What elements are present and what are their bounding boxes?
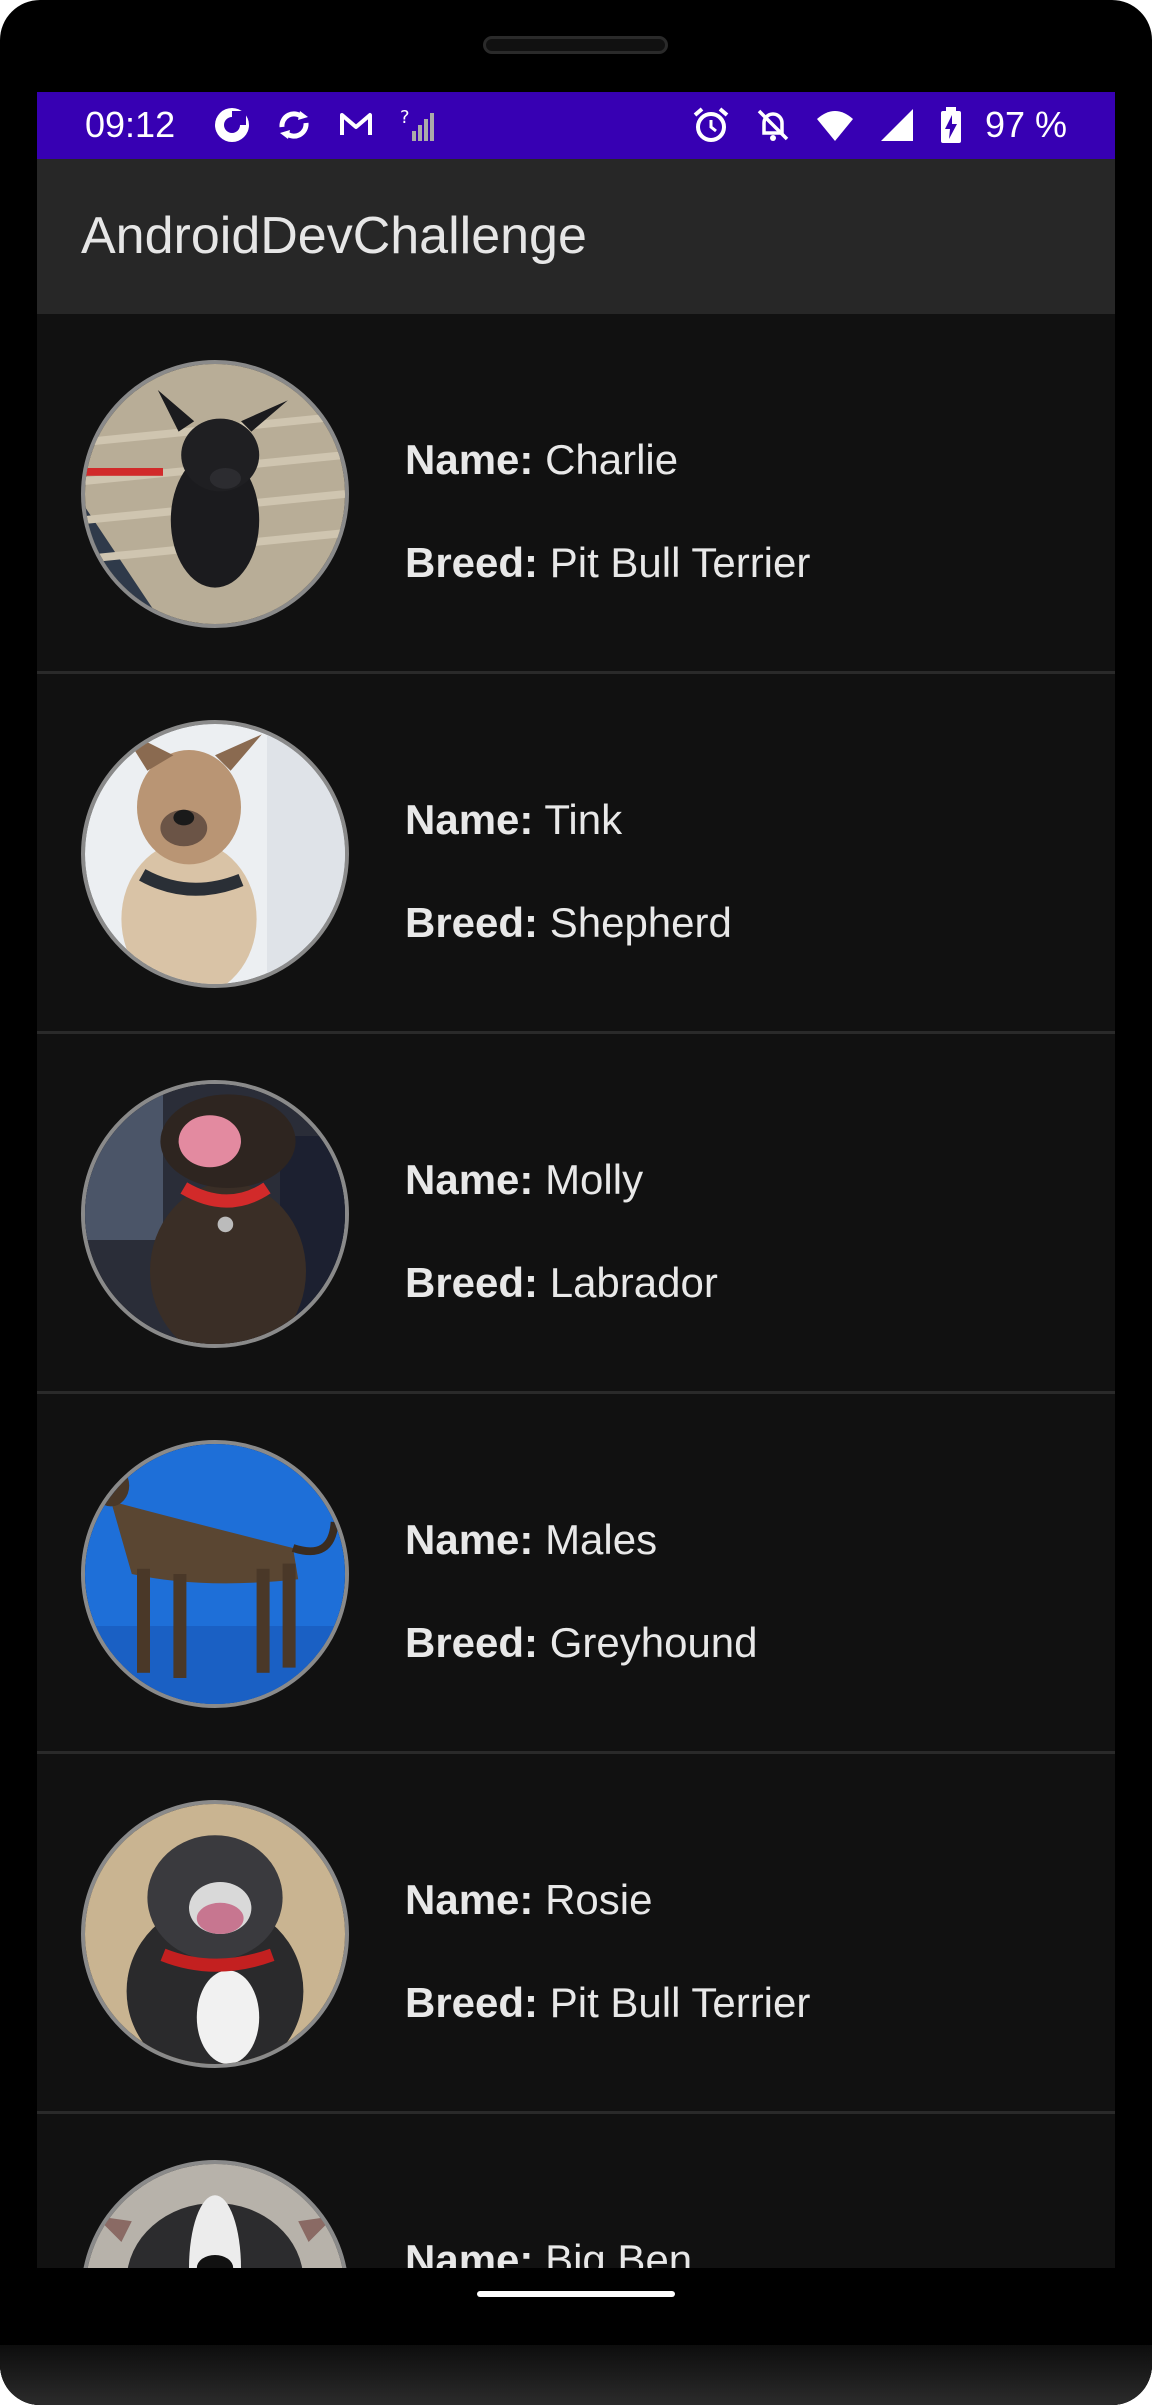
cell-signal-icon [877, 105, 917, 145]
status-right-icons: 97 % [691, 104, 1067, 146]
puppy-list[interactable]: Name: Charlie Breed: Pit Bull Terrier Na… [37, 314, 1115, 2268]
puppy-name-line: Name: Tink [405, 794, 732, 846]
status-left-icons: ? [212, 104, 438, 146]
gmail-icon [336, 105, 376, 145]
name-label: Name: [405, 2236, 534, 2268]
pocket-casts-icon [212, 105, 252, 145]
puppy-name: Big Ben [545, 2236, 693, 2268]
svg-text:?: ? [400, 107, 410, 128]
home-gesture-handle[interactable] [477, 2291, 675, 2297]
alarm-icon [691, 105, 731, 145]
puppy-name-line: Name: Rosie [405, 1874, 810, 1926]
name-label: Name: [405, 796, 534, 843]
puppy-list-item[interactable]: Name: Molly Breed: Labrador [37, 1034, 1115, 1394]
breed-label: Breed: [405, 1979, 539, 2026]
screen: 09:12 ? 97 % AndroidDevChallenge Name: C… [37, 92, 1115, 2268]
phone-chin [0, 2345, 1152, 2405]
puppy-breed-line: Breed: Pit Bull Terrier [405, 1977, 810, 2029]
puppy-breed-line: Breed: Labrador [405, 1257, 718, 1309]
sync-icon [274, 105, 314, 145]
puppy-name-line: Name: Molly [405, 1154, 718, 1206]
no-signal-icon: ? [398, 105, 438, 145]
puppy-breed-line: Breed: Pit Bull Terrier [405, 537, 810, 589]
puppy-info: Name: Charlie Breed: Pit Bull Terrier [405, 434, 810, 589]
puppy-avatar [81, 1800, 349, 2068]
puppy-avatar [81, 2160, 349, 2268]
puppy-breed-line: Breed: Greyhound [405, 1617, 758, 1669]
puppy-list-item[interactable]: Name: Big Ben [37, 2114, 1115, 2268]
puppy-avatar [81, 360, 349, 628]
puppy-name-line: Name: Charlie [405, 434, 810, 486]
puppy-avatar [81, 1080, 349, 1348]
phone-frame: 09:12 ? 97 % AndroidDevChallenge Name: C… [0, 0, 1152, 2405]
puppy-name: Tink [544, 796, 623, 843]
puppy-name-line: Name: Big Ben [405, 2234, 692, 2268]
puppy-list-item[interactable]: Name: Rosie Breed: Pit Bull Terrier [37, 1754, 1115, 2114]
puppy-breed-line: Breed: Shepherd [405, 897, 732, 949]
battery-percentage: 97 % [984, 104, 1067, 145]
puppy-info: Name: Rosie Breed: Pit Bull Terrier [405, 1874, 810, 2029]
breed-label: Breed: [405, 1619, 539, 1666]
breed-label: Breed: [405, 1259, 539, 1306]
puppy-info: Name: Molly Breed: Labrador [405, 1154, 718, 1309]
puppy-avatar [81, 720, 349, 988]
puppy-name: Rosie [545, 1876, 653, 1923]
notifications-off-icon [753, 105, 793, 145]
puppy-avatar [81, 1440, 349, 1708]
puppy-name: Charlie [545, 436, 679, 483]
status-bar: 09:12 ? 97 % [37, 92, 1115, 159]
puppy-info: Name: Big Ben [405, 2234, 692, 2268]
puppy-breed: Labrador [549, 1259, 718, 1306]
puppy-breed: Pit Bull Terrier [549, 1979, 811, 2026]
battery-charging-icon [939, 105, 963, 145]
name-label: Name: [405, 436, 534, 483]
app-bar: AndroidDevChallenge [37, 159, 1115, 314]
name-label: Name: [405, 1876, 534, 1923]
puppy-info: Name: Males Breed: Greyhound [405, 1514, 758, 1669]
puppy-breed: Pit Bull Terrier [549, 539, 811, 586]
app-title: AndroidDevChallenge [81, 207, 587, 265]
breed-label: Breed: [405, 899, 539, 946]
breed-label: Breed: [405, 539, 539, 586]
wifi-icon [815, 105, 855, 145]
puppy-list-item[interactable]: Name: Tink Breed: Shepherd [37, 674, 1115, 1034]
puppy-list-item[interactable]: Name: Males Breed: Greyhound [37, 1394, 1115, 1754]
puppy-breed: Shepherd [549, 899, 732, 946]
puppy-name-line: Name: Males [405, 1514, 758, 1566]
earpiece-speaker [483, 36, 668, 54]
name-label: Name: [405, 1516, 534, 1563]
status-time: 09:12 [85, 104, 176, 145]
puppy-name: Males [545, 1516, 658, 1563]
puppy-name: Molly [545, 1156, 644, 1203]
puppy-breed: Greyhound [549, 1619, 758, 1666]
puppy-list-item[interactable]: Name: Charlie Breed: Pit Bull Terrier [37, 314, 1115, 674]
name-label: Name: [405, 1156, 534, 1203]
puppy-info: Name: Tink Breed: Shepherd [405, 794, 732, 949]
